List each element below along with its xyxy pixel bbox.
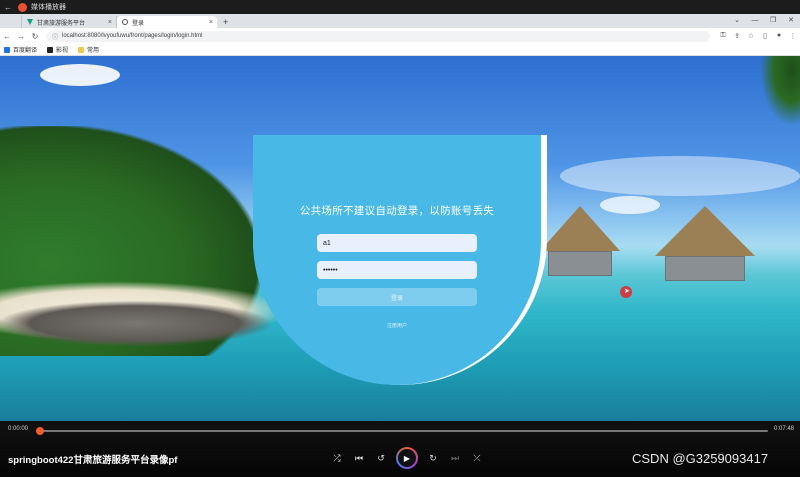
seek-bar[interactable] (38, 430, 768, 432)
playback-buttons: ⤮ ⏮ ↺ ▶ ↻ ⏭ ⤫ (326, 447, 488, 469)
cloud (40, 64, 120, 86)
tab-label: 甘肃旅游服务平台 (37, 20, 86, 27)
seek-knob[interactable] (36, 427, 44, 435)
window-controls: ⌄ — ❐ ✕ (728, 14, 800, 28)
globe-icon (122, 19, 128, 25)
profile-icon[interactable]: ● (772, 32, 786, 40)
info-icon[interactable]: ⓘ (52, 32, 58, 41)
tab-search-icon[interactable]: ⌄ (728, 14, 746, 28)
repeat-off-icon[interactable]: ⤫ (466, 453, 488, 464)
bookmark-item[interactable]: 百度翻译 (4, 45, 37, 54)
previous-icon[interactable]: ⏮ (348, 453, 370, 464)
close-icon[interactable]: × (209, 19, 213, 26)
login-button[interactable]: 登录 (317, 288, 477, 306)
translate-icon (4, 46, 10, 53)
register-link[interactable]: 注册用户 (387, 322, 407, 329)
hut-roof (655, 206, 755, 256)
minimize-icon[interactable]: — (746, 14, 764, 28)
tab-strip: 甘肃旅游服务平台 × 登录 × + ⌄ — ❐ ✕ (0, 14, 800, 28)
maximize-icon[interactable]: ❐ (764, 14, 782, 28)
menu-icon[interactable]: ⋮ (786, 32, 800, 40)
address-bar-row: ← → ↻ ⓘ localhost:8080/lvyoufuwu/front/p… (0, 28, 800, 44)
url-field[interactable]: ⓘ localhost:8080/lvyoufuwu/front/pages/l… (46, 30, 710, 42)
overwater-huts (540, 206, 800, 296)
star-icon[interactable]: ☆ (744, 32, 758, 40)
next-icon[interactable]: ⏭ (444, 453, 466, 464)
video-icon (47, 46, 54, 53)
hut-roof (540, 206, 620, 251)
video-title: springboot422甘肃旅游服务平台录像pf (8, 455, 178, 466)
tab-travel-platform[interactable]: 甘肃旅游服务平台 × (22, 16, 117, 28)
hut-body (665, 256, 745, 281)
tab-blank[interactable] (0, 16, 22, 28)
back-arrow-icon[interactable]: ← (0, 32, 14, 41)
address-actions: ⚿ ⇪ ☆ ▯ ● ⋮ (716, 32, 800, 40)
v-logo-icon (27, 19, 33, 25)
cloud (560, 156, 800, 196)
login-form: 公共场所不建议自动登录，以防账号丢失 a1 •••••• 登录 注册用户 (253, 135, 541, 385)
arrow-left-icon[interactable]: ← (0, 3, 16, 12)
palm-tree (760, 56, 800, 126)
browser-window: 甘肃旅游服务平台 × 登录 × + ⌄ — ❐ ✕ ← → ↻ ⓘ localh… (0, 14, 800, 56)
login-page-background: 公共场所不建议自动登录，以防账号丢失 a1 •••••• 登录 注册用户 ➤ (0, 56, 800, 421)
password-field[interactable]: •••••• (317, 261, 477, 279)
media-player-logo-icon (18, 2, 27, 12)
hut-body (548, 251, 612, 276)
key-icon[interactable]: ⚿ (716, 32, 730, 40)
sidebar-icon[interactable]: ▯ (758, 32, 772, 40)
player-title-bar: ← 媒体播放器 (0, 0, 800, 14)
bookmarks-bar: 百度翻译 影视 常用 (0, 44, 800, 56)
rocks (0, 301, 270, 346)
csdn-watermark: CSDN @G3259093417 (632, 451, 769, 466)
rewind-10-icon[interactable]: ↺ (370, 453, 392, 464)
share-icon[interactable]: ⇪ (730, 32, 744, 40)
bookmark-item[interactable]: 影视 (47, 45, 68, 54)
forward-arrow-icon[interactable]: → (14, 32, 28, 41)
login-title: 公共场所不建议自动登录，以防账号丢失 (299, 205, 495, 217)
current-time: 0:00:00 (8, 426, 29, 432)
folder-icon (78, 46, 85, 53)
shuffle-icon[interactable]: ⤮ (326, 453, 348, 464)
forward-30-icon[interactable]: ↻ (422, 453, 444, 464)
bookmark-item[interactable]: 常用 (78, 45, 99, 54)
close-window-icon[interactable]: ✕ (782, 14, 800, 28)
reload-icon[interactable]: ↻ (28, 32, 42, 41)
play-button[interactable]: ▶ (396, 447, 418, 469)
cursor-arrow-icon: ➤ (624, 288, 630, 295)
login-card: 公共场所不建议自动登录，以防账号丢失 a1 •••••• 登录 注册用户 (253, 135, 547, 385)
tab-label: 登录 (132, 20, 145, 27)
new-tab-button[interactable]: + (217, 16, 234, 28)
total-time: 0:07:48 (774, 426, 795, 432)
tab-login[interactable]: 登录 × (117, 16, 217, 28)
bookmark-label: 常用 (87, 48, 100, 54)
player-controls: 0:00:00 0:07:48 springboot422甘肃旅游服务平台录像p… (0, 421, 800, 477)
bookmark-label: 百度翻译 (13, 48, 38, 54)
play-icon: ▶ (398, 449, 416, 467)
close-icon[interactable]: × (108, 19, 112, 26)
username-field[interactable]: a1 (317, 234, 477, 252)
bookmark-label: 影视 (56, 48, 69, 54)
player-title: 媒体播放器 (31, 4, 66, 11)
url-text: localhost:8080/lvyoufuwu/front/pages/log… (62, 33, 203, 39)
